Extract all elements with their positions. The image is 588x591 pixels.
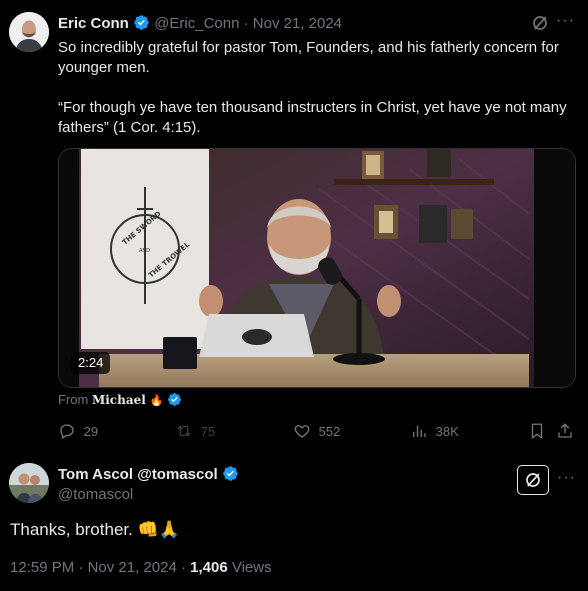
more-icon[interactable]: ··· (557, 469, 576, 487)
like-button[interactable]: 552 (293, 422, 340, 442)
from-source-name[interactable]: Michael (92, 393, 146, 407)
video-duration: 2:24 (71, 352, 111, 374)
views-icon (413, 425, 426, 437)
author-name[interactable]: Tom Ascol (58, 466, 133, 483)
like-count: 552 (318, 424, 341, 439)
reply-time[interactable]: 12:59 PM (10, 559, 74, 576)
more-icon[interactable]: ··· (556, 12, 575, 30)
bookmark-button[interactable] (528, 422, 550, 442)
share-button[interactable] (556, 422, 578, 442)
meta-separator: · (180, 559, 186, 576)
author-handle[interactable]: @tomascol (58, 486, 133, 504)
avatar-image (9, 12, 49, 52)
banner-text-middle: AND (139, 248, 150, 254)
reply-button[interactable]: 29 (58, 422, 98, 442)
bookmark-icon (531, 423, 543, 440)
video-frame: THE SWORD AND THE TROWEL (59, 149, 575, 387)
avatar[interactable] (9, 463, 49, 503)
reply-views-label: Views (231, 559, 272, 576)
views-button[interactable]: 38K (410, 422, 459, 442)
avatar[interactable] (9, 12, 49, 52)
share-icon (558, 423, 572, 438)
post[interactable]: Eric Conn @Eric_Conn · Nov 21, 2024 ··· … (0, 0, 588, 450)
reply-text: Thanks, brother. 👊🙏 (10, 520, 180, 539)
author-name-line: Tom Ascol @tomascol (58, 465, 239, 484)
post-text-quote: “For though ye have ten thousand instruc… (58, 99, 567, 136)
reply-icon (60, 424, 74, 439)
verified-badge-icon (167, 393, 181, 406)
like-icon (294, 425, 310, 438)
repost-button[interactable]: 75 (175, 422, 215, 442)
from-label: From (58, 392, 89, 407)
author-handle-inline[interactable]: @tomascol (137, 466, 217, 483)
from-attribution[interactable]: From Michael 🔥 (58, 392, 182, 409)
post-text-line: So incredibly grateful for pastor Tom, F… (58, 39, 559, 76)
reply-meta: 12:59 PM · Nov 21, 2024 · 1,406 Views (10, 558, 272, 578)
author-name[interactable]: Eric Conn (58, 15, 129, 32)
grok-icon (526, 473, 540, 487)
repost-icon (177, 425, 191, 437)
grok-button[interactable] (517, 465, 549, 495)
from-source-emoji: 🔥 (149, 395, 164, 407)
header-separator: · (243, 15, 249, 32)
reply-count: 29 (83, 424, 99, 439)
reply-date[interactable]: Nov 21, 2024 (88, 559, 177, 576)
meta-separator: · (78, 559, 84, 576)
repost-count: 75 (200, 424, 216, 439)
verified-badge-icon (223, 466, 238, 481)
post-header: Eric Conn @Eric_Conn · Nov 21, 2024 (58, 14, 342, 33)
verified-badge-icon (134, 15, 149, 30)
video-player[interactable]: THE SWORD AND THE TROWEL 2:24 (58, 148, 576, 388)
avatar-image (9, 463, 49, 503)
post-date[interactable]: Nov 21, 2024 (253, 15, 342, 32)
author-handle[interactable]: @Eric_Conn (154, 15, 239, 32)
views-count: 38K (435, 424, 459, 439)
post-text: So incredibly grateful for pastor Tom, F… (58, 38, 583, 158)
grok-icon[interactable] (531, 14, 549, 32)
reply-views-count: 1,406 (190, 559, 228, 576)
